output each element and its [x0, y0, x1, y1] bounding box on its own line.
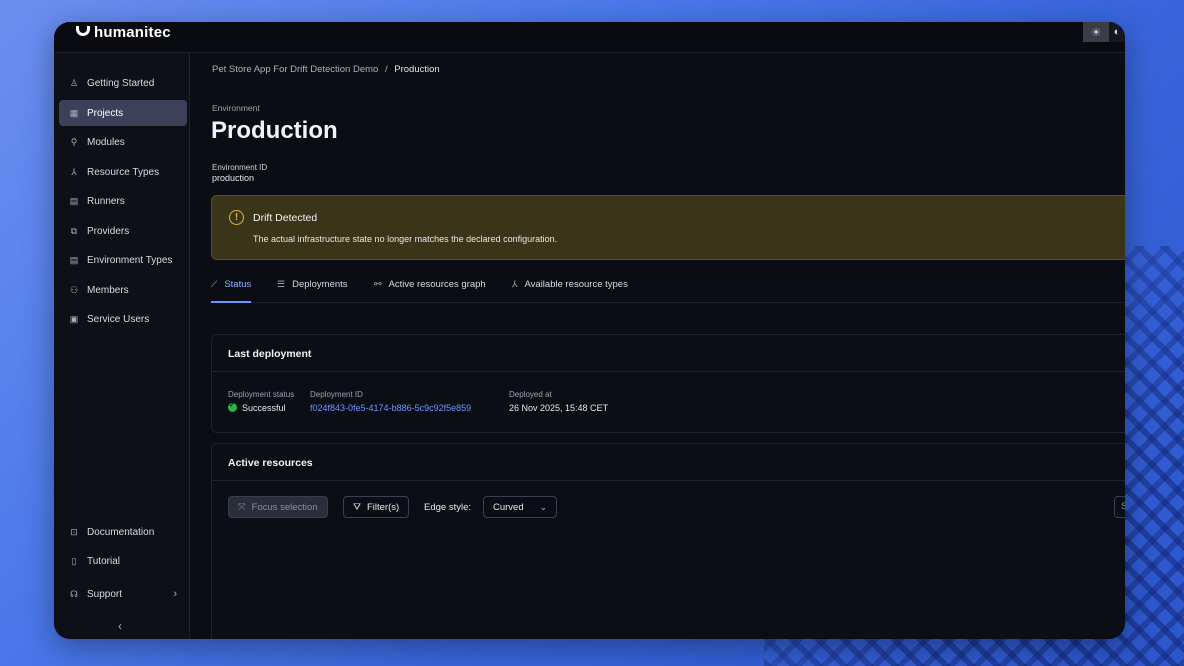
tab-label: Deployments	[292, 279, 348, 290]
runner-icon: ▤	[69, 195, 79, 206]
edge-style-label: Edge style:	[424, 502, 471, 513]
sun-icon[interactable]: ☀	[1083, 22, 1109, 42]
environment-id-value: production	[212, 173, 255, 183]
edge-style-select[interactable]: Curved ⌄	[483, 496, 558, 518]
edge-style-value: Curved	[493, 501, 524, 513]
service-user-icon: ▣	[69, 313, 79, 324]
filters-label: Filter(s)	[366, 501, 400, 513]
sidebar: ♙ Getting Started ▦ Projects ⚲ Modules ⅄…	[54, 53, 190, 639]
sidebar-item-documentation[interactable]: ⊡ Documentation	[59, 519, 187, 545]
alert-title: Drift Detected	[253, 212, 318, 224]
sidebar-item-label: Support	[87, 588, 123, 600]
status-text: Successful	[242, 403, 286, 413]
breadcrumb: Pet Store App For Drift Detection Demo /…	[212, 64, 440, 75]
sidebar-item-service-users[interactable]: ▣ Service Users	[59, 306, 187, 332]
brand-logo[interactable]: humanitec	[76, 24, 171, 41]
deployment-status-label: Deployment status	[228, 390, 295, 399]
sidebar-item-modules[interactable]: ⚲ Modules	[59, 129, 187, 155]
deployed-at-label: Deployed at	[509, 390, 552, 399]
sidebar-item-label: Service Users	[87, 313, 150, 325]
tab-label: Status	[224, 279, 252, 290]
filters-button[interactable]: ⛛ Filter(s)	[343, 496, 410, 518]
tab-active-resources-graph[interactable]: ⚯ Active resources graph	[374, 279, 486, 303]
sidebar-item-resource-types[interactable]: ⅄ Resource Types	[59, 159, 187, 185]
focus-selection-label: Focus selection	[251, 501, 318, 513]
main-content: Pet Store App For Drift Detection Demo /…	[191, 53, 1125, 639]
environment-id-label: Environment ID	[212, 163, 268, 172]
active-resources-card: Active resources ⤧ Focus selection ⛛ Fil…	[211, 443, 1125, 639]
link-icon: ⚲	[70, 136, 78, 147]
sidebar-item-label: Providers	[87, 225, 130, 237]
env-type-icon: ▤	[69, 254, 79, 265]
sidebar-item-label: Projects	[87, 107, 124, 119]
sidebar-item-label: Resource Types	[87, 166, 160, 178]
breadcrumb-current: Production	[394, 64, 440, 75]
list-icon: ☰	[277, 279, 286, 289]
search-input[interactable]: Se	[1114, 496, 1125, 518]
sidebar-item-label: Environment Types	[87, 254, 173, 266]
brand-name: humanitec	[94, 24, 171, 41]
book-icon: ▯	[71, 555, 77, 566]
headset-icon: ☊	[70, 588, 78, 599]
breadcrumb-parent-link[interactable]: Pet Store App For Drift Detection Demo	[212, 64, 378, 75]
app-window: humanitec ☀ ◐ ♙ Getting Started ▦ Projec…	[54, 22, 1125, 639]
alert-message: The actual infrastructure state no longe…	[253, 234, 558, 244]
filter-icon: ⛛	[353, 501, 361, 513]
sidebar-item-projects[interactable]: ▦ Projects	[59, 100, 187, 126]
chevron-right-icon: ›	[173, 588, 177, 600]
sidebar-item-members[interactable]: ⚇ Members	[59, 277, 187, 303]
last-deployment-card: Last deployment Deployment status Succes…	[211, 334, 1125, 433]
chevron-down-icon: ⌄	[539, 501, 548, 512]
hierarchy-icon: ⅄	[512, 279, 518, 289]
tab-available-resource-types[interactable]: ⅄ Available resource types	[512, 279, 628, 303]
chart-icon: ⟋	[211, 279, 218, 289]
humanitec-logo-icon	[76, 25, 90, 36]
sidebar-item-support[interactable]: ☊ Support ›	[59, 581, 187, 607]
environment-tabs: ⟋ Status ☰ Deployments ⚯ Active resource…	[211, 275, 1125, 303]
card-title: Active resources	[212, 444, 1125, 481]
warning-icon: !	[229, 210, 244, 225]
sidebar-item-label: Members	[87, 284, 129, 296]
graph-icon: ⚯	[374, 279, 382, 289]
sidebar-item-label: Documentation	[87, 526, 155, 538]
success-check-icon	[228, 401, 237, 412]
sidebar-item-label: Runners	[87, 195, 125, 207]
members-icon: ⚇	[69, 284, 79, 295]
grid-icon: ▦	[69, 107, 79, 118]
sidebar-item-runners[interactable]: ▤ Runners	[59, 188, 187, 214]
drift-alert: ! Drift Detected The actual infrastructu…	[211, 195, 1125, 260]
sidebar-item-providers[interactable]: ⧉ Providers	[59, 218, 187, 244]
tab-label: Active resources graph	[388, 279, 486, 290]
rocket-icon: ♙	[69, 77, 79, 88]
focus-icon: ⤧	[238, 501, 246, 513]
tab-status[interactable]: ⟋ Status	[211, 279, 252, 303]
collapse-sidebar-icon[interactable]: ‹	[118, 619, 122, 633]
breadcrumb-separator: /	[384, 64, 388, 75]
deployment-id-link[interactable]: f024f843-0fe5-4174-b886-5c9c92f5e859	[310, 403, 471, 413]
tab-deployments[interactable]: ☰ Deployments	[277, 279, 348, 303]
deployment-status-value: Successful	[228, 401, 286, 413]
sidebar-item-label: Tutorial	[87, 555, 120, 567]
sidebar-item-environment-types[interactable]: ▤ Environment Types	[59, 247, 187, 273]
card-title: Last deployment	[212, 335, 1125, 372]
page-title: Production	[211, 117, 338, 144]
deployed-at-value: 26 Nov 2025, 15:48 CET	[509, 403, 609, 413]
hierarchy-icon: ⅄	[71, 166, 77, 177]
environment-label: Environment	[212, 103, 260, 113]
top-bar: humanitec ☀ ◐	[54, 22, 1125, 53]
sidebar-item-tutorial[interactable]: ▯ Tutorial	[59, 548, 187, 574]
doc-icon: ⊡	[70, 526, 78, 537]
sidebar-item-getting-started[interactable]: ♙ Getting Started	[59, 70, 187, 96]
deployment-id-label: Deployment ID	[310, 390, 363, 399]
focus-selection-button[interactable]: ⤧ Focus selection	[228, 496, 328, 518]
provider-icon: ⧉	[70, 225, 78, 236]
sidebar-item-label: Modules	[87, 136, 125, 148]
sidebar-item-label: Getting Started	[87, 77, 155, 89]
theme-toggle[interactable]: ☀ ◐	[1083, 22, 1125, 42]
tab-label: Available resource types	[524, 279, 628, 290]
moon-icon[interactable]: ◐	[1109, 22, 1125, 42]
